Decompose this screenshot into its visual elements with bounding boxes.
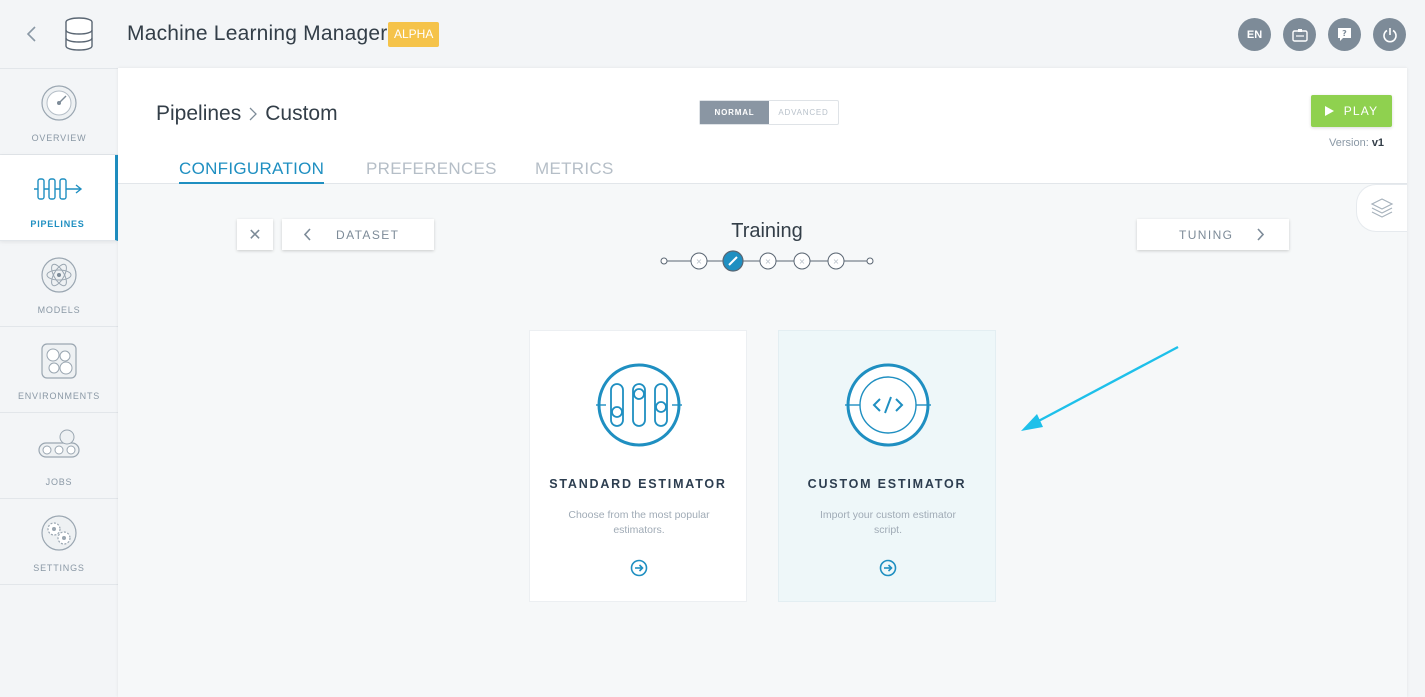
atom-icon — [41, 257, 77, 293]
sidebar-item-label: SETTINGS — [33, 563, 85, 573]
tab-preferences[interactable]: PREFERENCES — [366, 159, 497, 182]
step-endpoint — [866, 257, 874, 265]
layers-panel-toggle[interactable] — [1356, 184, 1407, 232]
language-button[interactable]: EN — [1238, 18, 1271, 51]
sidebar-item-label: PIPELINES — [30, 219, 85, 229]
tab-configuration[interactable]: CONFIGURATION — [179, 159, 325, 184]
mode-advanced-button[interactable]: ADVANCED — [769, 101, 838, 124]
gears-icon — [41, 515, 77, 551]
step-dot-1: × — [690, 252, 708, 270]
language-label: EN — [1246, 28, 1263, 41]
svg-text:?: ? — [1342, 29, 1347, 38]
chevron-right-icon — [249, 107, 258, 121]
id-card-icon — [1291, 28, 1308, 42]
chevron-left-icon — [304, 228, 311, 241]
sidebar-item-overview[interactable]: OVERVIEW — [0, 69, 118, 155]
sidebar: OVERVIEW PIPELINES MODELS ENVIRONMENTS J… — [0, 68, 118, 586]
card-title: STANDARD ESTIMATOR — [549, 477, 727, 491]
sidebar-item-models[interactable]: MODELS — [0, 241, 118, 327]
badge-id-button[interactable] — [1283, 18, 1316, 51]
back-arrow-icon[interactable] — [22, 22, 42, 46]
tab-metrics[interactable]: METRICS — [535, 159, 614, 182]
version-info: Version: v1 — [1329, 137, 1384, 149]
arrow-circle-right-icon[interactable] — [630, 559, 648, 577]
step-progress: × × × × — [660, 250, 874, 272]
version-label: Version: — [1329, 137, 1369, 149]
sidebar-item-label: MODELS — [37, 305, 81, 315]
main-header: Pipelines Custom NORMAL ADVANCED PLAY Ve… — [118, 68, 1407, 184]
step-title: Training — [731, 220, 803, 242]
step-dot-4: × — [793, 252, 811, 270]
step-dot-current — [722, 250, 744, 272]
main-panel: Pipelines Custom NORMAL ADVANCED PLAY Ve… — [118, 68, 1407, 697]
sidebar-item-pipelines[interactable]: PIPELINES — [0, 155, 118, 241]
conveyor-icon — [38, 429, 80, 458]
step-endpoint — [660, 257, 668, 265]
chevron-right-icon — [1257, 228, 1264, 241]
custom-estimator-card[interactable]: CUSTOM ESTIMATOR Import your custom esti… — [778, 330, 996, 602]
arrow-circle-right-icon[interactable] — [879, 559, 897, 577]
svg-text:×: × — [833, 257, 840, 266]
layers-icon — [1370, 198, 1394, 218]
app-title: Machine Learning Manager — [127, 22, 388, 45]
play-label: PLAY — [1343, 104, 1379, 118]
sidebar-item-label: OVERVIEW — [31, 133, 87, 143]
sidebar-item-label: ENVIRONMENTS — [17, 391, 101, 401]
step-dot-3: × — [759, 252, 777, 270]
power-icon — [1382, 27, 1397, 42]
version-value: v1 — [1371, 137, 1385, 149]
cells-icon — [41, 343, 77, 379]
close-button[interactable]: ✕ — [237, 219, 273, 250]
help-chat-icon: ? — [1338, 28, 1351, 41]
power-button[interactable] — [1373, 18, 1406, 51]
card-title: CUSTOM ESTIMATOR — [807, 477, 967, 491]
help-button[interactable]: ? — [1328, 18, 1361, 51]
prev-step-button[interactable]: DATASET — [282, 219, 434, 250]
breadcrumb-current: Custom — [265, 102, 338, 125]
breadcrumb-pipelines[interactable]: Pipelines — [156, 102, 241, 126]
next-step-label: TUNING — [1179, 228, 1234, 242]
step-dot-5: × — [827, 252, 845, 270]
sidebar-item-settings[interactable]: SETTINGS — [0, 499, 118, 585]
mode-normal-button[interactable]: NORMAL — [700, 101, 769, 124]
mode-toggle[interactable]: NORMAL ADVANCED — [699, 100, 839, 125]
annotation-arrow-icon — [1021, 345, 1179, 431]
pipeline-icon — [33, 178, 82, 200]
sidebar-item-label: JOBS — [45, 477, 73, 487]
alpha-badge: ALPHA — [388, 22, 440, 47]
svg-text:×: × — [696, 257, 703, 266]
sidebar-item-jobs[interactable]: JOBS — [0, 413, 118, 499]
card-description: Import your custom estimator script. — [820, 509, 956, 536]
card-description: Choose from the most popular estimators. — [568, 509, 710, 536]
database-logo-icon — [65, 17, 93, 51]
standard-estimator-card[interactable]: STANDARD ESTIMATOR Choose from the most … — [529, 330, 747, 602]
top-bar: Machine Learning Manager ALPHA EN ? — [0, 0, 1425, 68]
svg-text:×: × — [765, 257, 772, 266]
sidebar-item-environments[interactable]: ENVIRONMENTS — [0, 327, 118, 413]
gauge-icon — [41, 85, 77, 121]
play-button[interactable]: PLAY — [1311, 95, 1392, 127]
breadcrumb: Pipelines Custom — [156, 102, 338, 126]
play-icon — [1324, 106, 1334, 116]
svg-text:×: × — [799, 257, 806, 266]
close-icon: ✕ — [248, 226, 262, 244]
sliders-icon — [596, 363, 682, 447]
next-step-button[interactable]: TUNING — [1137, 219, 1289, 250]
prev-step-label: DATASET — [336, 228, 400, 242]
code-icon — [845, 363, 931, 447]
